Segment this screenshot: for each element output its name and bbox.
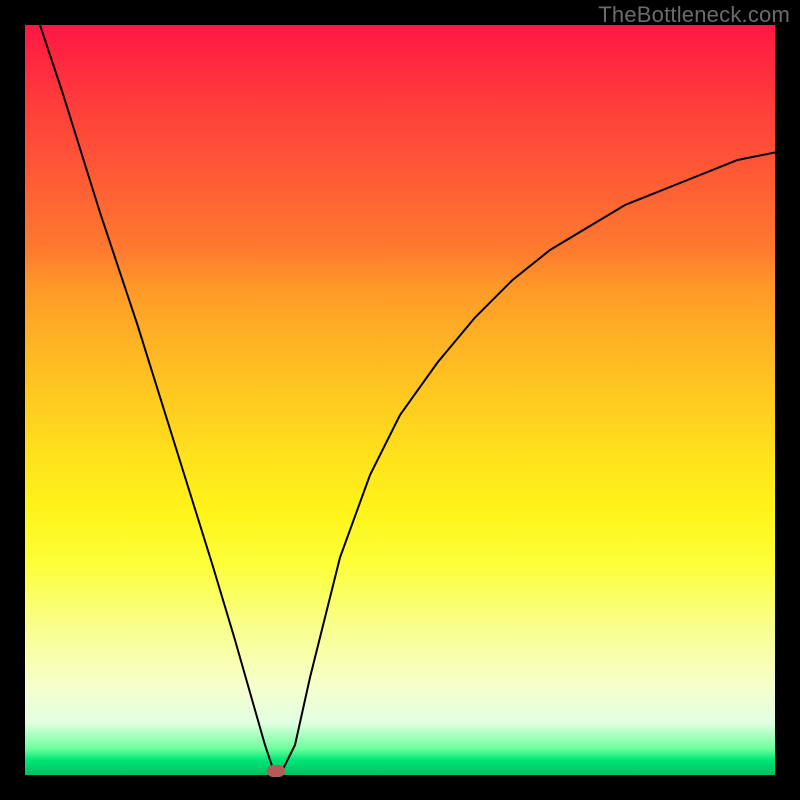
minimum-marker xyxy=(267,765,285,777)
bottleneck-curve xyxy=(25,25,775,775)
chart-frame: TheBottleneck.com xyxy=(0,0,800,800)
plot-area xyxy=(25,25,775,775)
curve-path xyxy=(40,25,775,775)
